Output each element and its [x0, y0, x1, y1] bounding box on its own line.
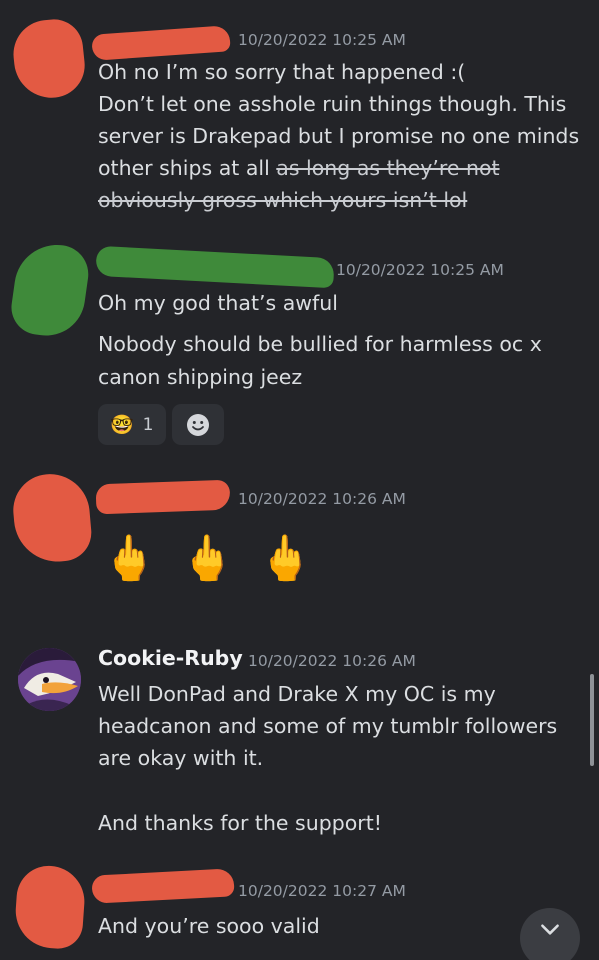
avatar-redacted[interactable]	[10, 470, 94, 566]
username-redacted[interactable]	[95, 245, 335, 289]
avatar[interactable]	[18, 648, 81, 711]
avatar-redacted[interactable]	[13, 863, 87, 951]
username[interactable]: Cookie-Ruby	[98, 646, 243, 670]
reaction-count: 1	[142, 414, 154, 435]
message-text-line: other ships at all as long as they’re no…	[98, 152, 500, 184]
scrollbar-thumb[interactable]	[590, 674, 594, 766]
add-reaction-button[interactable]	[172, 404, 224, 445]
message-text-line: Oh my god that’s awful	[98, 291, 338, 315]
strikethrough-text: as long as they’re not	[276, 156, 500, 180]
avatar-redacted[interactable]	[7, 239, 93, 341]
chevron-down-icon	[541, 924, 559, 935]
message-text-line: Don’t let one asshole ruin things though…	[98, 92, 567, 116]
message-timestamp: 10/20/2022 10:26 AM	[238, 490, 406, 508]
message-text-line: headcanon and some of my tumblr follower…	[98, 714, 558, 738]
smiley-icon	[187, 413, 209, 436]
emoji-middle-finger: 🖕	[102, 533, 157, 584]
message-text-line: Nobody should be bullied for harmless oc…	[98, 332, 542, 356]
jump-to-present-button[interactable]	[520, 908, 580, 960]
message-text-line: server is Drakepad but I promise no one …	[98, 124, 580, 148]
message-text-line: are okay with it.	[98, 746, 264, 770]
message-timestamp: 10/20/2022 10:26 AM	[248, 652, 416, 670]
username-redacted[interactable]	[95, 479, 231, 515]
message-text-line: And you’re sooo valid	[98, 914, 320, 938]
emoji-middle-finger: 🖕	[180, 533, 235, 584]
duck-avatar-icon	[18, 648, 81, 711]
emoji-middle-finger: 🖕	[258, 533, 313, 584]
message-text-line: canon shipping jeez	[98, 365, 303, 389]
message-timestamp: 10/20/2022 10:25 AM	[336, 261, 504, 279]
message-timestamp: 10/20/2022 10:25 AM	[238, 31, 406, 49]
message-timestamp: 10/20/2022 10:27 AM	[238, 882, 406, 900]
message-text: other ships at all	[98, 156, 277, 180]
message-text-line: And thanks for the support!	[98, 811, 382, 835]
nerd-face-emoji: 🤓	[110, 414, 134, 436]
message-text-line: Well DonPad and Drake X my OC is my	[98, 682, 496, 706]
strikethrough-text-line: obviously gross which yours isn’t lol	[98, 188, 468, 212]
message-text-line: Oh no I’m so sorry that happened :(	[98, 60, 466, 84]
avatar-redacted[interactable]	[10, 16, 88, 102]
username-redacted[interactable]	[91, 868, 235, 904]
reaction-nerd[interactable]: 🤓 1	[98, 404, 166, 445]
